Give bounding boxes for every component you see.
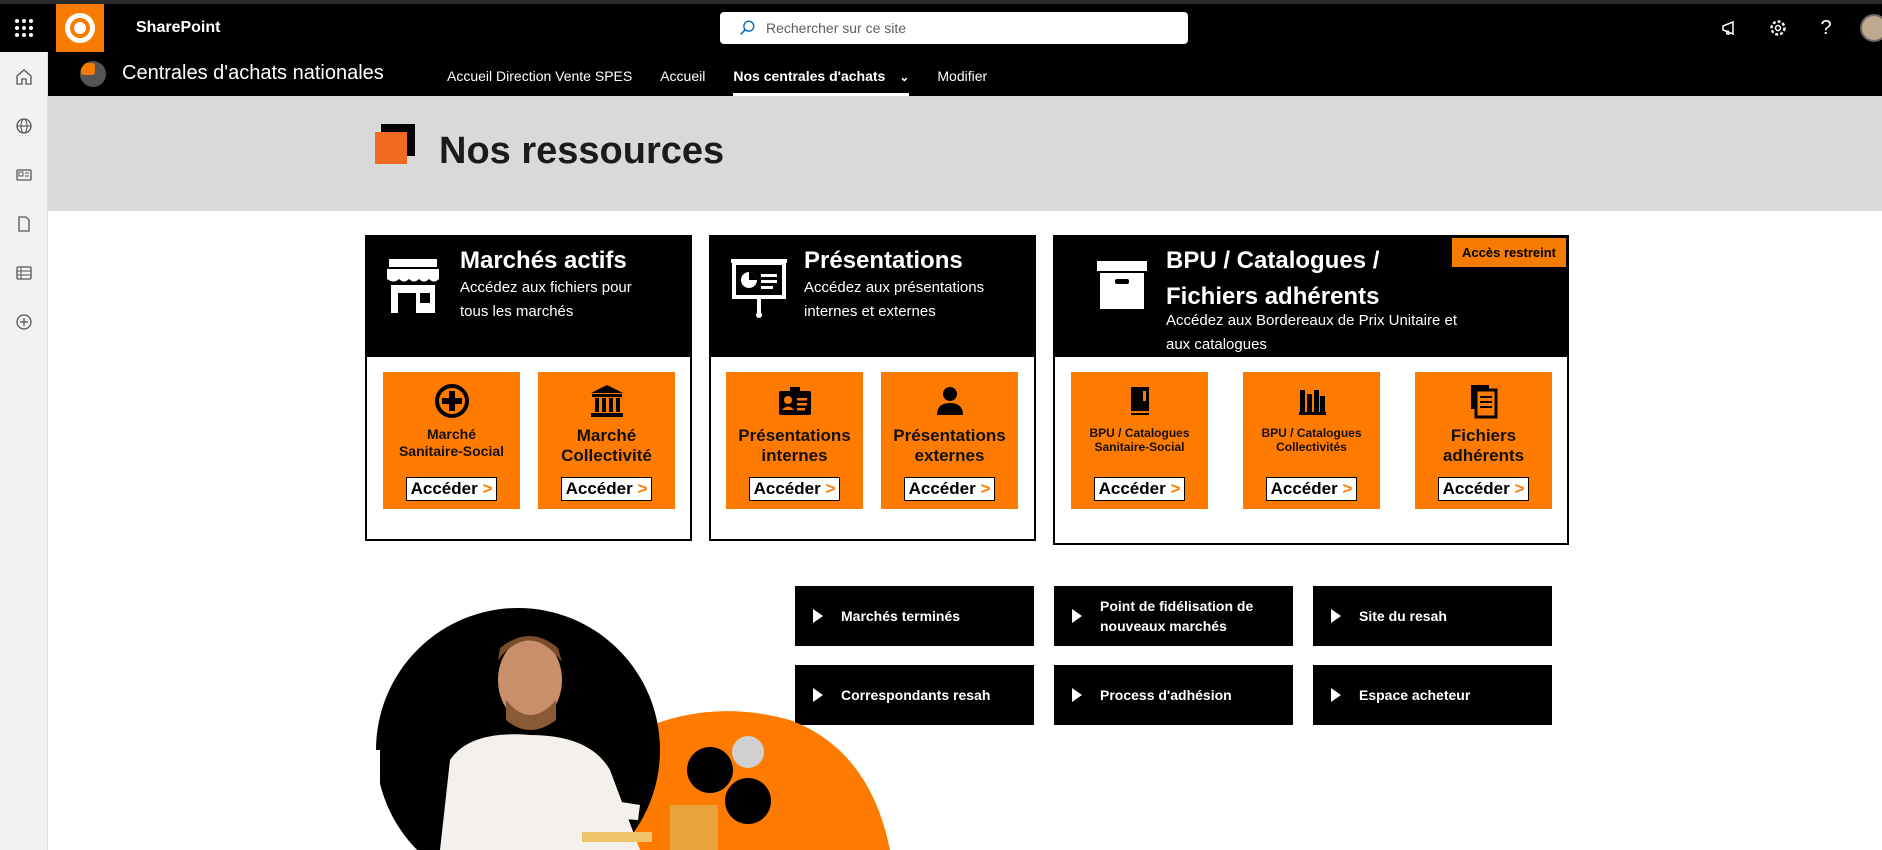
plus-circle-icon xyxy=(434,384,470,418)
tile-label: Marché Collectivité xyxy=(561,426,652,466)
card-title: Présentations xyxy=(804,247,963,274)
card-presentations: Présentations Accédez aux présentations i… xyxy=(709,235,1036,541)
document-icon[interactable] xyxy=(0,199,48,248)
tile-label: Fichiers adhérents xyxy=(1442,426,1525,466)
card-subtitle: Accédez aux Bordereaux de Prix Unitaire … xyxy=(1166,312,1457,353)
app-launcher-icon[interactable] xyxy=(0,4,48,52)
person-icon xyxy=(934,384,966,418)
chevron-down-icon[interactable]: ⌄ xyxy=(899,53,909,101)
site-navigation: Accueil Direction Vente SPES Accueil Nos… xyxy=(433,52,1001,96)
settings-gear-icon[interactable] xyxy=(1754,4,1802,52)
presentation-board-icon xyxy=(729,257,789,324)
nav-item-accueil[interactable]: Accueil xyxy=(646,52,719,96)
card-subtitle: Accédez aux présentations internes et ext… xyxy=(804,279,985,320)
nav-item-modifier[interactable]: Modifier xyxy=(923,52,1001,96)
quick-link-site-resah[interactable]: Site du resah xyxy=(1313,586,1552,646)
acceder-button[interactable]: Accéder > xyxy=(1437,477,1530,501)
play-arrow-icon xyxy=(1331,688,1341,702)
hero-illustration xyxy=(370,600,910,850)
acceder-button[interactable]: Accéder > xyxy=(903,477,996,501)
card-header: Présentations Accédez aux présentations i… xyxy=(711,237,1034,357)
user-avatar[interactable] xyxy=(1860,14,1882,42)
search-icon xyxy=(740,20,755,35)
page-title: Nos ressources xyxy=(439,130,725,172)
card-subtitle: Accédez aux fichiers pour tous les marché… xyxy=(460,279,632,320)
tile-label: Présentations internes xyxy=(738,426,851,466)
tile-label: Marché Sanitaire-Social xyxy=(398,426,505,459)
documents-icon xyxy=(1469,384,1499,419)
search-box[interactable] xyxy=(720,12,1188,44)
card-title: Marchés actifs xyxy=(460,247,627,274)
play-arrow-icon xyxy=(1072,609,1082,623)
acceder-button[interactable]: Accéder > xyxy=(560,477,653,501)
quick-link-espace-acheteur[interactable]: Espace acheteur xyxy=(1313,665,1552,725)
books-icon xyxy=(1297,384,1327,418)
news-icon[interactable] xyxy=(0,150,48,199)
card-title: BPU / Catalogues / Fichiers adhérents xyxy=(1166,247,1380,310)
tile-bpu-sanitaire-social[interactable]: BPU / Catalogues Sanitaire-Social Accéder… xyxy=(1071,372,1208,509)
site-logo[interactable] xyxy=(80,61,106,87)
suite-header: SharePoint ? xyxy=(0,4,1882,52)
organization-logo[interactable] xyxy=(56,4,104,52)
home-icon[interactable] xyxy=(0,52,48,101)
card-header: BPU / Catalogues / Fichiers adhérents Acc… xyxy=(1055,237,1567,357)
archive-box-icon xyxy=(1095,259,1149,316)
nav-item-centrales[interactable]: Nos centrales d'achats ⌄ xyxy=(719,52,923,96)
restricted-access-badge: Accès restreint xyxy=(1451,237,1567,268)
tile-label: BPU / Catalogues Sanitaire-Social xyxy=(1089,426,1190,455)
tile-marche-sanitaire-social[interactable]: Marché Sanitaire-Social Accéder > xyxy=(383,372,520,509)
tile-marche-collectivite[interactable]: Marché Collectivité Accéder > xyxy=(538,372,675,509)
book-icon xyxy=(1128,384,1152,418)
bank-icon xyxy=(589,384,625,418)
nav-item-accueil-direction[interactable]: Accueil Direction Vente SPES xyxy=(433,52,646,96)
site-header: Centrales d'achats nationales Accueil Di… xyxy=(48,52,1882,96)
acceder-button[interactable]: Accéder > xyxy=(1265,477,1358,501)
banner-squares-icon xyxy=(375,124,415,164)
card-bpu-catalogues: BPU / Catalogues / Fichiers adhérents Acc… xyxy=(1053,235,1569,545)
acceder-button[interactable]: Accéder > xyxy=(1093,477,1186,501)
quick-link-process-adhesion[interactable]: Process d'adhésion xyxy=(1054,665,1293,725)
card-marches-actifs: Marchés actifs Accédez aux fichiers pour… xyxy=(365,235,692,541)
help-icon[interactable]: ? xyxy=(1802,4,1850,52)
list-icon[interactable] xyxy=(0,248,48,297)
site-title[interactable]: Centrales d'achats nationales xyxy=(122,62,384,85)
play-arrow-icon xyxy=(1072,688,1082,702)
tile-label: BPU / Catalogues Collectivités xyxy=(1261,426,1362,455)
quick-link-point-fidelisation[interactable]: Point de fidélisation de nouveaux marchés xyxy=(1054,586,1293,646)
play-arrow-icon xyxy=(1331,609,1341,623)
tile-presentations-externes[interactable]: Présentations externes Accéder > xyxy=(881,372,1018,509)
card-header: Marchés actifs Accédez aux fichiers pour… xyxy=(367,237,690,357)
tile-bpu-collectivites[interactable]: BPU / Catalogues Collectivités Accéder > xyxy=(1243,372,1380,509)
megaphone-icon[interactable] xyxy=(1706,4,1754,52)
search-input[interactable] xyxy=(766,20,1166,36)
add-circle-icon[interactable] xyxy=(0,297,48,346)
page-banner: Nos ressources xyxy=(48,96,1882,211)
acceder-button[interactable]: Accéder > xyxy=(748,477,841,501)
tile-fichiers-adherents[interactable]: Fichiers adhérents Accéder > xyxy=(1415,372,1552,509)
tile-presentations-internes[interactable]: Présentations internes Accéder > xyxy=(726,372,863,509)
acceder-button[interactable]: Accéder > xyxy=(405,477,498,501)
globe-icon[interactable] xyxy=(0,101,48,150)
id-card-icon xyxy=(777,384,813,418)
tile-label: Présentations externes xyxy=(893,426,1006,466)
app-bar xyxy=(0,52,48,850)
app-name[interactable]: SharePoint xyxy=(136,4,220,52)
storefront-icon xyxy=(385,257,441,322)
